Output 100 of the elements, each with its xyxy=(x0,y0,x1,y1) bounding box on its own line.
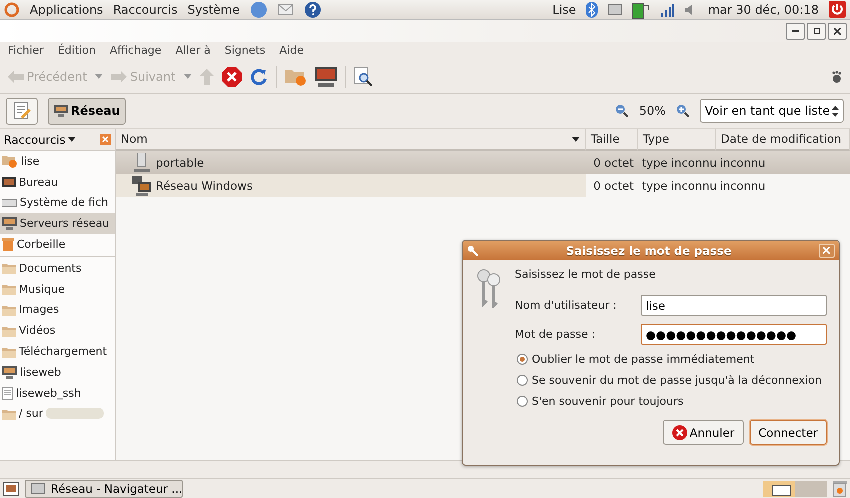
dropdown-arrow-icon[interactable] xyxy=(184,74,192,79)
trash-icon[interactable] xyxy=(833,480,847,496)
maximize-button[interactable] xyxy=(807,22,826,40)
zoom-out-icon[interactable] xyxy=(615,104,630,118)
menu-item[interactable]: Signets xyxy=(224,44,266,58)
sidebar-item[interactable]: Serveurs réseau xyxy=(0,213,115,234)
drive-icon xyxy=(2,198,17,208)
maximize-icon xyxy=(814,28,820,34)
column-header[interactable]: Taille xyxy=(586,129,638,151)
home-folder-icon[interactable] xyxy=(284,68,307,86)
sidebar-item[interactable]: Documents xyxy=(0,258,115,279)
clock[interactable]: mar 30 déc, 00:18 xyxy=(708,2,819,16)
zoom-in-icon[interactable] xyxy=(676,104,690,118)
dropdown-arrow-icon[interactable] xyxy=(95,74,104,79)
close-button[interactable] xyxy=(828,22,847,40)
mail-icon[interactable] xyxy=(278,2,294,16)
stop-icon[interactable] xyxy=(222,66,242,86)
sidebar-item[interactable]: Vidéos xyxy=(0,320,115,342)
footprint-icon[interactable] xyxy=(832,70,842,82)
sidebar-item[interactable]: liseweb xyxy=(0,362,115,383)
cancel-icon xyxy=(672,424,688,440)
view-select[interactable]: Voir en tant que liste xyxy=(700,99,844,123)
battery-icon[interactable] xyxy=(632,0,650,18)
edit-document-icon xyxy=(12,101,32,121)
column-header[interactable]: Date de modification xyxy=(716,129,850,151)
keys-icon xyxy=(475,268,503,308)
dialog-title: Saisissez le mot de passe xyxy=(566,244,732,258)
menu-item[interactable]: Édition xyxy=(58,44,96,58)
password-field[interactable]: ●●●●●●●●●●●●●●● xyxy=(641,324,827,345)
right-arrow-icon xyxy=(111,70,128,82)
reload-icon[interactable] xyxy=(250,68,268,86)
folder-icon xyxy=(2,324,16,337)
type-cell-text: type inconnu xyxy=(641,178,716,192)
sidebar-item[interactable]: Téléchargement xyxy=(0,341,115,362)
search-icon[interactable] xyxy=(354,66,374,86)
keyboard-icon[interactable] xyxy=(608,4,622,15)
date-cell-text: inconnu xyxy=(719,156,767,170)
column-header[interactable]: Nom xyxy=(116,129,586,151)
sidebar-item[interactable]: / sur xyxy=(0,404,115,424)
network-computer-icon xyxy=(2,366,17,379)
server-icon xyxy=(132,152,152,172)
menu-item[interactable]: Aide xyxy=(280,44,304,58)
radio-button[interactable] xyxy=(517,375,528,386)
network-computers-icon xyxy=(132,176,152,196)
sidebar-item[interactable]: Corbeille xyxy=(0,234,115,255)
username-field[interactable]: lise xyxy=(641,295,827,316)
desktop-icon xyxy=(2,176,16,188)
minimize-button[interactable] xyxy=(786,22,805,40)
sidebar-item[interactable]: lise xyxy=(0,151,115,172)
sidebar-item[interactable]: liseweb_ssh xyxy=(0,382,115,404)
type-cell-text: type inconnu xyxy=(641,156,716,170)
key-icon xyxy=(467,244,479,256)
taskbar-button[interactable]: Réseau - Navigateur ... xyxy=(25,480,183,498)
radio-button[interactable] xyxy=(517,354,528,365)
window-icon xyxy=(31,483,45,494)
sidebar-item[interactable]: Images xyxy=(0,300,115,320)
signal-icon[interactable] xyxy=(660,2,674,16)
sidebar-item[interactable]: Musique xyxy=(0,278,115,300)
panel-menu[interactable]: Raccourcis xyxy=(113,2,178,16)
connect-button[interactable]: Connecter xyxy=(750,420,827,445)
network-computer-icon xyxy=(54,105,68,117)
sidebar-item[interactable]: Système de fich xyxy=(0,192,115,214)
user-name[interactable]: Lise xyxy=(552,2,576,16)
home-folder-icon xyxy=(2,154,18,168)
location-button[interactable]: Réseau xyxy=(48,98,126,124)
edit-location-button[interactable] xyxy=(6,98,38,124)
workspace-switcher-icon[interactable] xyxy=(763,480,827,496)
dropdown-arrow-icon xyxy=(68,137,76,142)
radio-option[interactable]: S'en souvenir pour toujours xyxy=(515,395,827,408)
radio-button[interactable] xyxy=(517,396,528,407)
spinner-arrows-icon xyxy=(832,106,839,116)
zoom-level: 50% xyxy=(639,104,666,118)
computer-icon[interactable] xyxy=(314,66,337,86)
bluetooth-icon[interactable] xyxy=(586,2,598,18)
menu-item[interactable]: Fichier xyxy=(8,44,44,58)
field-label: Mot de passe : xyxy=(515,328,596,341)
close-icon xyxy=(823,247,830,254)
menu-item[interactable]: Aller à xyxy=(176,44,211,58)
help-icon[interactable] xyxy=(304,0,322,18)
panel-menu[interactable]: Système xyxy=(188,2,240,16)
panel-menu[interactable]: Applications xyxy=(30,2,104,16)
column-header[interactable]: Type xyxy=(638,129,716,151)
show-desktop-icon[interactable] xyxy=(3,482,19,496)
radio-option[interactable]: Se souvenir du mot de passe jusqu'à la déconnexion xyxy=(515,374,827,387)
left-arrow-icon xyxy=(8,70,24,82)
redacted-text xyxy=(46,408,104,420)
file-row[interactable]: portable 0 octet type inconnu inconnu xyxy=(116,151,850,174)
folder-icon xyxy=(2,304,16,316)
menu-item[interactable]: Affichage xyxy=(110,44,162,58)
size-cell-text: 0 octet xyxy=(592,178,635,192)
folder-icon xyxy=(2,283,16,296)
trash-icon xyxy=(2,238,14,252)
close-icon[interactable] xyxy=(100,134,111,145)
cancel-button[interactable]: Annuler xyxy=(662,420,744,445)
date-cell-text: inconnu xyxy=(719,178,767,192)
radio-option[interactable]: Oublier le mot de passe immédiatement xyxy=(515,353,827,366)
power-icon[interactable] xyxy=(829,1,846,18)
minimize-icon xyxy=(792,30,799,32)
size-cell-text: 0 octet xyxy=(592,156,635,170)
sidebar-item[interactable]: Bureau xyxy=(0,172,115,193)
